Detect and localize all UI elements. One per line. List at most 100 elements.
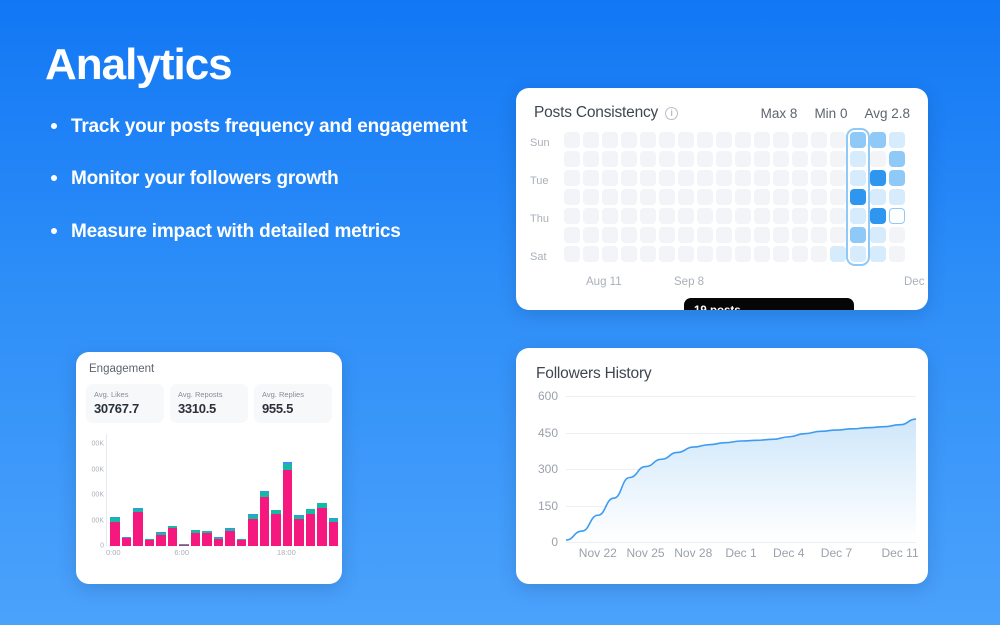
heatmap-cell[interactable]: [850, 170, 866, 186]
heatmap-cell[interactable]: [773, 246, 789, 262]
heatmap-cell[interactable]: [716, 132, 732, 148]
heatmap-cell[interactable]: [870, 151, 886, 167]
heatmap-cell[interactable]: [870, 227, 886, 243]
heatmap-cell[interactable]: [792, 132, 808, 148]
heatmap-cell[interactable]: [870, 246, 886, 262]
heatmap-cell[interactable]: [870, 208, 886, 224]
heatmap-cell[interactable]: [659, 132, 675, 148]
heatmap-cell[interactable]: [792, 151, 808, 167]
heatmap-cell[interactable]: [889, 132, 905, 148]
bar-column[interactable]: [121, 537, 131, 546]
heatmap-cell[interactable]: [811, 151, 827, 167]
heatmap-cell[interactable]: [754, 246, 770, 262]
heatmap-cell[interactable]: [583, 246, 599, 262]
heatmap-cell[interactable]: [583, 208, 599, 224]
heatmap-cell[interactable]: [716, 208, 732, 224]
heatmap-cell[interactable]: [850, 227, 866, 243]
heatmap-cell[interactable]: [735, 132, 751, 148]
heatmap-week-column[interactable]: [889, 132, 905, 262]
heatmap-cell[interactable]: [602, 132, 618, 148]
bar-column[interactable]: [133, 508, 143, 546]
heatmap-cell[interactable]: [583, 132, 599, 148]
heatmap-cell[interactable]: [830, 151, 846, 167]
heatmap-cell[interactable]: [811, 227, 827, 243]
heatmap-cell[interactable]: [792, 170, 808, 186]
heatmap-cell[interactable]: [697, 227, 713, 243]
heatmap-cell[interactable]: [716, 227, 732, 243]
heatmap-cell[interactable]: [621, 246, 637, 262]
heatmap-cell[interactable]: [811, 246, 827, 262]
heatmap-cell[interactable]: [754, 227, 770, 243]
heatmap-cell[interactable]: [640, 208, 656, 224]
bar-column[interactable]: [179, 544, 189, 546]
heatmap-week-column[interactable]: [583, 132, 599, 262]
bar-column[interactable]: [110, 517, 120, 546]
bar-plot-area[interactable]: [106, 434, 338, 546]
heatmap-week-column[interactable]: [564, 132, 580, 262]
heatmap-cell[interactable]: [754, 189, 770, 205]
heatmap-cell[interactable]: [870, 132, 886, 148]
heatmap-cell[interactable]: [792, 189, 808, 205]
heatmap-week-column[interactable]: [640, 132, 656, 262]
heatmap-cell[interactable]: [830, 170, 846, 186]
heatmap-cell[interactable]: [621, 170, 637, 186]
bar-column[interactable]: [202, 530, 212, 546]
heatmap-week-column[interactable]: [870, 132, 886, 262]
bar-column[interactable]: [167, 525, 177, 546]
heatmap-cell[interactable]: [640, 151, 656, 167]
bar-column[interactable]: [282, 462, 292, 546]
bar-column[interactable]: [156, 532, 166, 546]
heatmap-cell[interactable]: [811, 132, 827, 148]
heatmap-cell[interactable]: [773, 151, 789, 167]
heatmap-cell[interactable]: [735, 227, 751, 243]
heatmap-cell[interactable]: [830, 208, 846, 224]
heatmap-cell[interactable]: [564, 170, 580, 186]
heatmap-cell[interactable]: [564, 189, 580, 205]
heatmap-cell[interactable]: [659, 208, 675, 224]
heatmap-cell[interactable]: [716, 246, 732, 262]
heatmap-cell[interactable]: [697, 246, 713, 262]
heatmap-cell[interactable]: [735, 208, 751, 224]
bar-column[interactable]: [225, 528, 235, 546]
heatmap-cell[interactable]: [735, 189, 751, 205]
bar-column[interactable]: [271, 509, 281, 546]
heatmap-cell[interactable]: [697, 151, 713, 167]
heatmap-week-column[interactable]: [830, 132, 846, 262]
heatmap-cell[interactable]: [850, 151, 866, 167]
heatmap-week-column[interactable]: [716, 132, 732, 262]
heatmap-cell[interactable]: [659, 189, 675, 205]
heatmap-cell[interactable]: [889, 189, 905, 205]
heatmap-cell[interactable]: [889, 227, 905, 243]
bar-column[interactable]: [305, 508, 315, 546]
heatmap-week-column[interactable]: [735, 132, 751, 262]
heatmap-cell[interactable]: [735, 170, 751, 186]
heatmap-week-column[interactable]: [773, 132, 789, 262]
heatmap-cell[interactable]: [697, 170, 713, 186]
heatmap-week-column[interactable]: [678, 132, 694, 262]
heatmap-cell[interactable]: [640, 189, 656, 205]
heatmap-cell[interactable]: [811, 189, 827, 205]
heatmap-cell[interactable]: [621, 208, 637, 224]
heatmap-cell[interactable]: [773, 132, 789, 148]
heatmap-cell[interactable]: [678, 208, 694, 224]
heatmap-cell[interactable]: [678, 189, 694, 205]
heatmap-cell[interactable]: [602, 189, 618, 205]
bar-column[interactable]: [259, 490, 269, 546]
heatmap-cell[interactable]: [792, 246, 808, 262]
heatmap-cell[interactable]: [850, 246, 866, 262]
heatmap-cell[interactable]: [621, 151, 637, 167]
heatmap-cell[interactable]: [678, 132, 694, 148]
heatmap-cell[interactable]: [792, 208, 808, 224]
heatmap-cell[interactable]: [602, 246, 618, 262]
heatmap-cell[interactable]: [850, 189, 866, 205]
heatmap-cell[interactable]: [583, 170, 599, 186]
bar-column[interactable]: [144, 538, 154, 546]
heatmap-cell[interactable]: [716, 189, 732, 205]
bar-column[interactable]: [294, 515, 304, 546]
heatmap-cell[interactable]: [735, 151, 751, 167]
heatmap-cell[interactable]: [830, 132, 846, 148]
bar-column[interactable]: [328, 518, 338, 546]
heatmap-cell[interactable]: [678, 151, 694, 167]
heatmap-cell[interactable]: [697, 189, 713, 205]
heatmap-cell[interactable]: [830, 189, 846, 205]
